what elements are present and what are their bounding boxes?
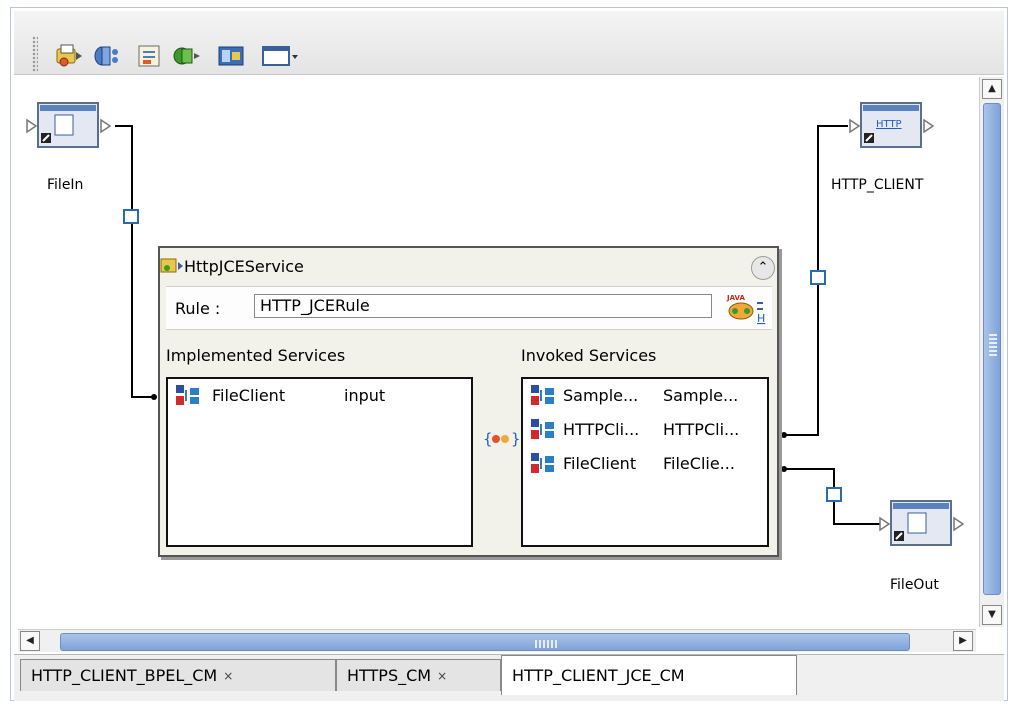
tab-label: HTTP_CLIENT_JCE_CM [512, 666, 685, 685]
http-client-endpoint[interactable]: HTTP [848, 101, 940, 155]
rule-field[interactable]: HTTP_JCERule [254, 294, 712, 318]
close-icon[interactable]: × [223, 669, 233, 683]
implemented-services-label: Implemented Services [166, 346, 346, 365]
toolbar-grip[interactable] [32, 36, 38, 72]
service-connector-icon[interactable] [92, 41, 124, 71]
invoked-services-label: Invoked Services [521, 346, 657, 365]
vertical-scrollbar[interactable]: ▲ ▼ [979, 77, 1004, 627]
rule-label: Rule : [175, 299, 221, 318]
service-name: HTTPCli... [563, 419, 640, 439]
scroll-left-button[interactable]: ◀ [20, 631, 40, 651]
rule-icon[interactable] [133, 41, 165, 71]
service-node-icon [531, 453, 554, 473]
svg-text:H: H [757, 312, 765, 325]
web-service-icon[interactable] [172, 41, 204, 71]
svg-text:{: { [483, 430, 493, 448]
mapper-icon[interactable]: { } [482, 428, 520, 450]
tab-https-cm[interactable]: HTTPS_CM × [336, 659, 501, 691]
fileout-endpoint[interactable] [878, 499, 970, 553]
tab-label: HTTP_CLIENT_BPEL_CM [31, 666, 218, 685]
collaboration-icon[interactable] [53, 41, 85, 71]
editor-tabs: HTTP_CLIENT_BPEL_CM × HTTPS_CM × HTTP_CL… [14, 654, 1004, 701]
service-operation: HTTPCli... [663, 419, 740, 439]
java-rule-icon[interactable]: JAVA H [721, 291, 773, 325]
service-operation: Sample... [663, 385, 739, 405]
scroll-right-button[interactable]: ▶ [953, 631, 973, 651]
svg-text:JAVA: JAVA [726, 294, 745, 302]
list-item[interactable]: HTTPCli... HTTPCli... [529, 417, 739, 441]
service-name: FileClient [563, 453, 637, 473]
collapse-button[interactable]: ⌃ [751, 256, 775, 280]
service-name: Sample... [563, 385, 639, 405]
invoked-services-list: Sample... Sample... HTTPCli... HTTPCli..… [521, 377, 769, 547]
toolbar [14, 11, 1004, 75]
close-icon[interactable]: × [437, 669, 447, 683]
service-node-icon [176, 385, 199, 405]
file-endpoint-icon [879, 500, 965, 546]
horizontal-scroll-thumb[interactable] [60, 633, 910, 651]
tab-http-client-bpel-cm[interactable]: HTTP_CLIENT_BPEL_CM × [20, 659, 336, 691]
tab-http-client-jce-cm[interactable]: HTTP_CLIENT_JCE_CM [501, 655, 797, 695]
service-title: HttpJCEService [184, 257, 304, 276]
deployment-icon[interactable] [215, 41, 247, 71]
service-name: FileClient [212, 385, 286, 405]
window-dropdown-icon[interactable] [260, 41, 300, 71]
scroll-down-button[interactable]: ▼ [982, 605, 1002, 625]
file-endpoint-icon [26, 102, 112, 148]
rule-row: Rule : HTTP_JCERule JAVA H [166, 286, 772, 330]
scroll-up-button[interactable]: ▲ [982, 79, 1002, 99]
tab-label: HTTPS_CM [347, 666, 432, 685]
service-operation: FileClie... [663, 453, 735, 473]
service-icon [160, 258, 183, 273]
svg-text:HTTP: HTTP [876, 119, 902, 130]
filein-label: FileIn [47, 177, 84, 193]
service-operation: input [344, 385, 386, 405]
filein-endpoint[interactable] [25, 101, 117, 155]
http-endpoint-icon: HTTP [849, 102, 935, 148]
horizontal-scrollbar[interactable]: ◀ ▶ [18, 629, 976, 652]
svg-text:}: } [511, 430, 520, 448]
list-item[interactable]: FileClient input [174, 383, 385, 407]
vertical-scroll-thumb[interactable] [983, 103, 1001, 595]
list-item[interactable]: FileClient FileClie... [529, 451, 735, 475]
implemented-services-list: FileClient input [166, 377, 473, 547]
http-client-label: HTTP_CLIENT [831, 177, 924, 193]
list-item[interactable]: Sample... Sample... [529, 383, 738, 407]
service-node-icon [531, 385, 554, 405]
fileout-label: FileOut [890, 577, 939, 593]
service-box[interactable]: HttpJCEService ⌃ Rule : HTTP_JCERule JAV… [158, 246, 779, 557]
service-node-icon [531, 419, 554, 439]
